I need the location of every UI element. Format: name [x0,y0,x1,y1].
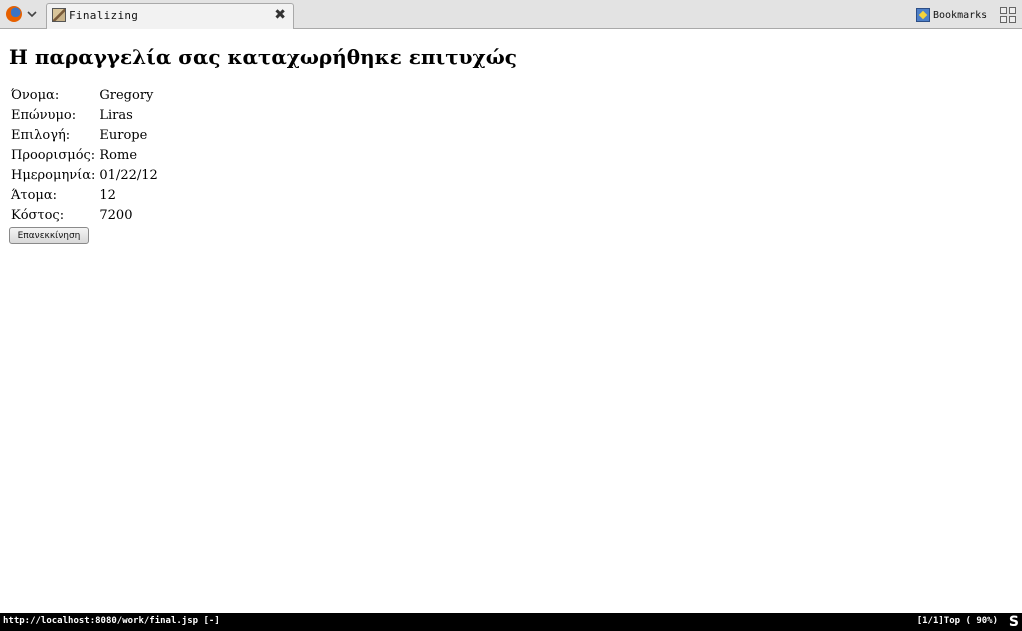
bookmarks-button[interactable]: Bookmarks [916,6,987,24]
status-bar: http://localhost:8080/work/final.jsp [-]… [0,613,1022,631]
bookmarks-label: Bookmarks [933,9,988,21]
row-value: Liras [99,107,133,123]
row-label: Άτομα: [11,187,58,203]
tab-group-cell [1000,16,1007,23]
row-label: Κόστος: [11,207,65,223]
row-value: 7200 [99,207,133,223]
table-row: Ημερομηνία: 01/22/12 [9,165,160,185]
row-value: Europe [99,127,148,143]
row-value: Rome [99,147,138,163]
row-label: Επιλογή: [11,127,71,143]
bookmarks-star-icon [916,8,930,22]
page-favicon-icon [52,8,66,22]
tab-groups-icon[interactable] [1000,7,1016,23]
row-value: Gregory [99,87,154,103]
tab-bar: Finalizing ✖ Bookmarks [0,0,1022,29]
page-title: Η παραγγελία σας καταχωρήθηκε επιτυχώς [9,45,517,69]
status-url: http://localhost:8080/work/final.jsp [-] [3,616,220,626]
page-content: Η παραγγελία σας καταχωρήθηκε επιτυχώς Ό… [0,30,1022,613]
row-value: 12 [99,187,116,203]
chevron-down-icon [27,11,37,18]
row-label: Ημερομηνία: [11,167,96,183]
table-row: Κόστος: 7200 [9,205,160,225]
table-row: Επιλογή: Europe [9,125,160,145]
s-icon[interactable]: S [1009,613,1019,631]
table-row: Όνομα: Gregory [9,85,160,105]
row-label: Επώνυμο: [11,107,77,123]
tab-group-cell [1009,16,1016,23]
status-position: [1/1]Top ( 90%) [916,616,998,626]
order-details-table: Όνομα: Gregory Επώνυμο: Liras Επιλογή: E… [9,85,160,225]
tab-group-cell [1009,7,1016,14]
table-row: Επώνυμο: Liras [9,105,160,125]
tab-group-cell [1000,7,1007,14]
tab-title: Finalizing [69,9,139,22]
row-label: Όνομα: [11,87,60,103]
restart-button[interactable]: Επανεκκίνηση [9,227,89,244]
browser-window: Finalizing ✖ Bookmarks Η παραγγελία σας … [0,0,1022,631]
firefox-icon [6,6,22,22]
tab-finalizing[interactable]: Finalizing ✖ [46,3,294,29]
row-value: 01/22/12 [99,167,158,183]
table-row: Άτομα: 12 [9,185,160,205]
row-label: Προορισμός: [11,147,96,163]
close-icon[interactable]: ✖ [274,8,286,22]
table-row: Προορισμός: Rome [9,145,160,165]
firefox-menu-button[interactable] [3,4,41,24]
